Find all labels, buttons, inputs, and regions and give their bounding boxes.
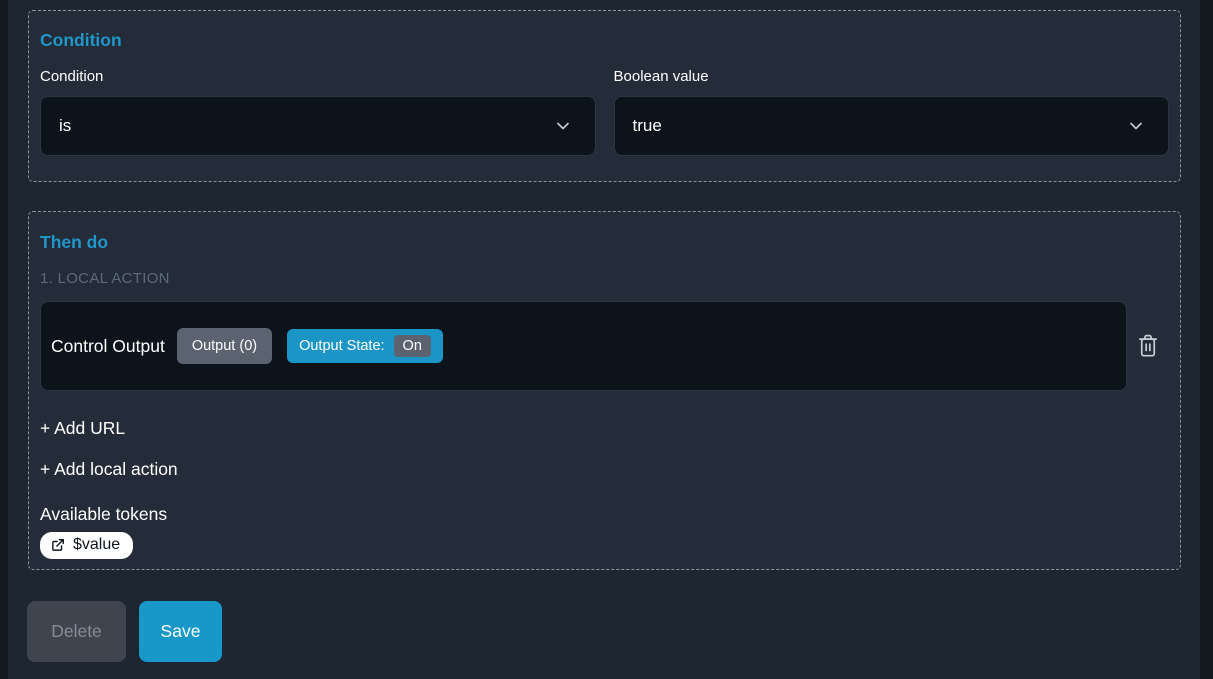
- add-url-link[interactable]: + Add URL: [40, 418, 125, 439]
- delete-button[interactable]: Delete: [27, 601, 126, 662]
- condition-select[interactable]: is: [40, 96, 596, 156]
- condition-field-label: Condition: [40, 67, 596, 87]
- output-state-badge-value: On: [394, 335, 431, 357]
- save-button[interactable]: Save: [139, 601, 222, 662]
- value-token-label: $value: [73, 536, 120, 554]
- condition-select-value: is: [59, 116, 71, 136]
- boolean-value-field: Boolean value true: [614, 67, 1170, 156]
- output-badge[interactable]: Output (0): [177, 328, 272, 364]
- boolean-value-select-value: true: [633, 116, 662, 136]
- available-tokens-label: Available tokens: [40, 504, 1169, 525]
- chevron-down-icon: [553, 116, 573, 136]
- then-do-section-title: Then do: [40, 230, 1169, 254]
- output-state-badge-label: Output State:: [299, 338, 384, 354]
- action-name: Control Output: [51, 336, 165, 357]
- condition-section: Condition Condition is Boolean value tru…: [28, 10, 1181, 182]
- output-state-badge[interactable]: Output State: On: [287, 329, 443, 363]
- local-action-card: Control Output Output (0) Output State: …: [40, 301, 1127, 391]
- trash-icon: [1135, 332, 1161, 360]
- local-action-row: Control Output Output (0) Output State: …: [40, 301, 1169, 391]
- condition-field: Condition is: [40, 67, 596, 156]
- footer-actions: Delete Save: [27, 601, 1200, 662]
- boolean-value-field-label: Boolean value: [614, 67, 1170, 87]
- add-local-action-link[interactable]: + Add local action: [40, 459, 178, 480]
- tokens-row: $value: [40, 525, 1169, 559]
- local-action-step-label: 1. LOCAL ACTION: [40, 270, 1169, 288]
- condition-fields: Condition is Boolean value true: [40, 67, 1169, 156]
- boolean-value-select[interactable]: true: [614, 96, 1170, 156]
- rule-editor-panel: Condition Condition is Boolean value tru…: [8, 0, 1200, 679]
- delete-action-button[interactable]: [1127, 332, 1169, 360]
- then-do-section: Then do 1. LOCAL ACTION Control Output O…: [28, 211, 1181, 570]
- chevron-down-icon: [1126, 116, 1146, 136]
- condition-section-title: Condition: [40, 28, 1169, 52]
- external-link-icon: [51, 538, 65, 552]
- value-token-chip[interactable]: $value: [40, 532, 133, 559]
